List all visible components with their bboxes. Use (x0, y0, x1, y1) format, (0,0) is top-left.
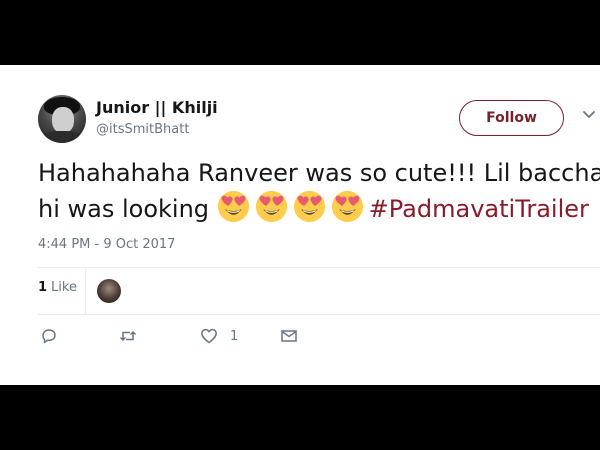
like-action-count: 1 (230, 328, 239, 344)
avatar-face (52, 107, 74, 133)
heart-eyes-emoji (331, 190, 364, 223)
likes-summary[interactable]: 1 Like (38, 280, 77, 295)
liker-avatar[interactable] (97, 279, 121, 303)
heart-eyes-emoji (293, 190, 326, 223)
tweet-text-line-2: hi was looking #PadmavatiTrailer (38, 190, 600, 226)
like-action[interactable]: 1 (200, 327, 238, 345)
follow-button[interactable]: Follow (459, 100, 564, 136)
tweet-text-prefix: hi was looking (38, 195, 210, 223)
likes-count: 1 (38, 280, 48, 295)
reply-action[interactable] (40, 327, 70, 345)
likes-separator (85, 269, 86, 315)
retweet-icon[interactable] (119, 327, 137, 345)
hashtag-link[interactable]: #PadmavatiTrailer (369, 195, 589, 223)
divider (38, 314, 600, 315)
author-name[interactable]: Junior || Khilji (96, 98, 218, 117)
author-handle[interactable]: @itsSmitBhatt (96, 122, 189, 137)
dm-action[interactable] (280, 327, 310, 345)
avatar-shoulder (40, 131, 84, 143)
tweet-timestamp[interactable]: 4:44 PM - 9 Oct 2017 (38, 237, 175, 252)
tweet-card: Junior || Khilji @itsSmitBhatt Follow Ha… (0, 65, 600, 385)
emoji-group (217, 190, 369, 223)
likes-label: Like (51, 280, 77, 295)
author-avatar[interactable] (38, 95, 86, 143)
reply-icon[interactable] (40, 327, 58, 345)
tweet-text-line-1: Hahahahaha Ranveer was so cute!!! Lil ba… (38, 159, 600, 187)
envelope-icon[interactable] (280, 327, 298, 345)
retweet-action[interactable] (119, 327, 149, 345)
divider (38, 267, 600, 268)
heart-icon[interactable] (200, 327, 218, 345)
tweet-text: Hahahahaha Ranveer was so cute!!! Lil ba… (38, 157, 600, 226)
caret-down-icon[interactable] (582, 110, 596, 120)
heart-eyes-emoji (217, 190, 250, 223)
heart-eyes-emoji (255, 190, 288, 223)
